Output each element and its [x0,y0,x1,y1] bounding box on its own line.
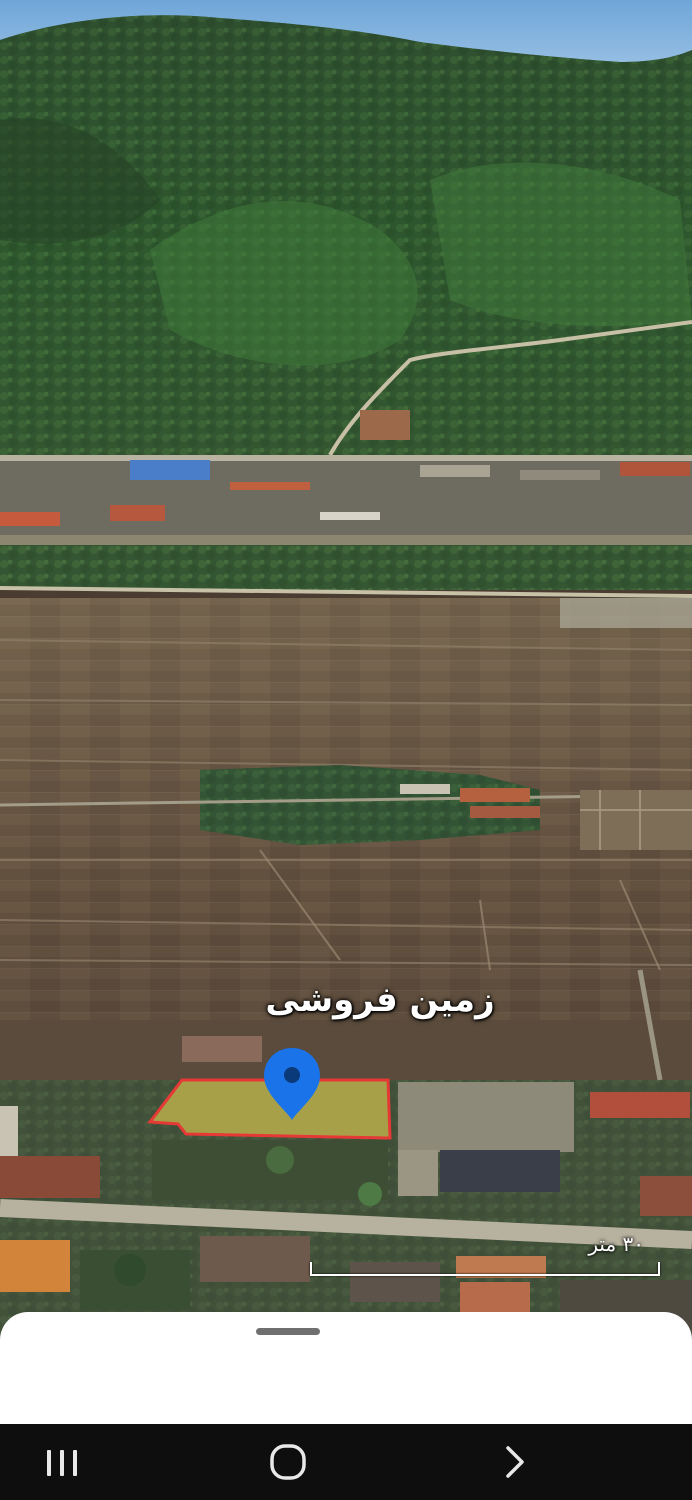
sheet-drag-handle[interactable] [256,1328,320,1335]
satellite-imagery [0,0,692,1340]
location-pin-icon[interactable] [262,1046,322,1122]
satellite-map-view[interactable]: زمین فروشی ۳۰ متر [0,0,692,1340]
home-icon[interactable] [258,1442,318,1482]
back-icon[interactable] [484,1442,544,1482]
place-label[interactable]: زمین فروشی [230,980,530,1020]
scale-label: ۳۰ متر [588,1232,644,1256]
scale-bar [310,1262,660,1276]
recent-apps-icon[interactable] [32,1442,92,1482]
bottom-sheet[interactable] [0,1312,692,1424]
map-screen: زمین فروشی ۳۰ متر [0,0,692,1500]
system-navigation-bar [0,1424,692,1500]
